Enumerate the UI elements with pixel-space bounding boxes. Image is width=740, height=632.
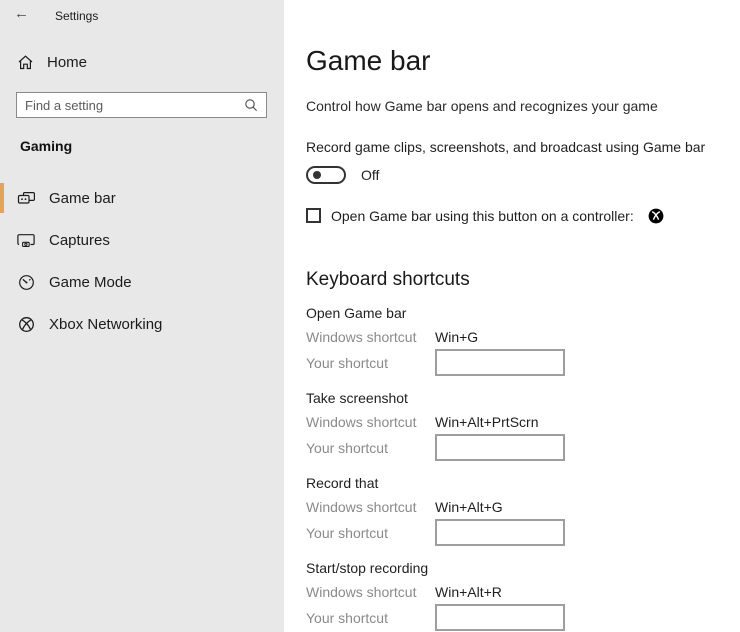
shortcut-group-start-stop-recording: Start/stop recording Windows shortcut Wi… (306, 560, 740, 631)
game-bar-icon (17, 190, 36, 207)
app-title: Settings (55, 9, 99, 23)
your-shortcut-input[interactable] (435, 349, 565, 376)
record-toggle-row: Off (306, 164, 740, 186)
your-shortcut-label: Your shortcut (306, 354, 388, 371)
sidebar-item-label: Game Mode (49, 273, 132, 291)
your-shortcut-label: Your shortcut (306, 524, 388, 541)
search-icon (244, 98, 258, 112)
back-button[interactable]: ← (14, 5, 29, 22)
page-title: Game bar (306, 45, 431, 76)
sidebar-item-captures[interactable]: Captures (0, 219, 284, 261)
windows-shortcut-row: Windows shortcut Win+Alt+G (306, 498, 740, 515)
windows-shortcut-row: Windows shortcut Win+G (306, 328, 740, 345)
sidebar-item-xbox-networking[interactable]: Xbox Networking (0, 303, 284, 345)
xbox-guide-button-icon (648, 208, 664, 224)
game-mode-icon (17, 274, 36, 291)
home-icon (17, 54, 34, 71)
keyboard-shortcuts-heading: Keyboard shortcuts (306, 269, 470, 290)
your-shortcut-row: Your shortcut (306, 604, 740, 631)
sidebar-item-game-bar[interactable]: Game bar (0, 177, 284, 219)
windows-shortcut-row: Windows shortcut Win+Alt+R (306, 583, 740, 600)
record-toggle-label: Record game clips, screenshots, and broa… (306, 139, 706, 155)
xbox-logo-icon (17, 316, 36, 333)
your-shortcut-row: Your shortcut (306, 519, 740, 546)
shortcut-group-open-game-bar: Open Game bar Windows shortcut Win+G You… (306, 305, 740, 376)
your-shortcut-row: Your shortcut (306, 434, 740, 461)
main-content: Game bar Control how Game bar opens and … (284, 0, 740, 632)
captures-icon (17, 232, 36, 249)
shortcut-group-take-screenshot: Take screenshot Windows shortcut Win+Alt… (306, 390, 740, 461)
shortcut-group-title: Open Game bar (306, 305, 407, 321)
search-input[interactable] (17, 97, 244, 113)
sidebar-nav: Game bar Captures Game Mode Xbox Network… (0, 177, 284, 345)
sidebar-home-label: Home (47, 54, 88, 71)
search-box[interactable] (16, 92, 267, 118)
windows-shortcut-row: Windows shortcut Win+Alt+PrtScrn (306, 413, 740, 430)
shortcut-group-title: Take screenshot (306, 390, 408, 406)
record-toggle-state: Off (361, 167, 380, 183)
your-shortcut-row: Your shortcut (306, 349, 740, 376)
windows-shortcut-value: Win+Alt+PrtScrn (435, 413, 539, 430)
shortcut-group-title: Record that (306, 475, 379, 491)
sidebar-item-game-mode[interactable]: Game Mode (0, 261, 284, 303)
windows-shortcut-label: Windows shortcut (306, 498, 417, 515)
windows-shortcut-value: Win+Alt+G (435, 498, 503, 515)
your-shortcut-label: Your shortcut (306, 609, 388, 626)
windows-shortcut-label: Windows shortcut (306, 328, 417, 345)
windows-shortcut-value: Win+G (435, 328, 479, 345)
windows-shortcut-label: Windows shortcut (306, 413, 417, 430)
your-shortcut-input[interactable] (435, 519, 565, 546)
your-shortcut-label: Your shortcut (306, 439, 388, 456)
your-shortcut-input[interactable] (435, 434, 565, 461)
windows-shortcut-value: Win+Alt+R (435, 583, 502, 600)
shortcut-group-title: Start/stop recording (306, 560, 429, 576)
controller-checkbox-row: Open Game bar using this button on a con… (306, 206, 740, 225)
sidebar-item-home[interactable]: Home (17, 54, 87, 71)
your-shortcut-input[interactable] (435, 604, 565, 631)
page-subtitle: Control how Game bar opens and recognize… (306, 98, 658, 114)
shortcut-group-record-that: Record that Windows shortcut Win+Alt+G Y… (306, 475, 740, 546)
record-toggle-switch[interactable] (306, 166, 346, 184)
sidebar: ← Settings Home Gaming Game bar (0, 0, 284, 632)
sidebar-item-label: Captures (49, 231, 110, 249)
toggle-knob (313, 171, 321, 179)
sidebar-section-gaming: Gaming (20, 138, 73, 154)
controller-checkbox[interactable] (306, 208, 321, 223)
controller-checkbox-label: Open Game bar using this button on a con… (331, 207, 634, 224)
sidebar-item-label: Xbox Networking (49, 315, 163, 333)
windows-shortcut-label: Windows shortcut (306, 583, 417, 600)
settings-window: ← Settings Home Gaming Game bar (0, 0, 740, 632)
sidebar-item-label: Game bar (49, 189, 116, 207)
